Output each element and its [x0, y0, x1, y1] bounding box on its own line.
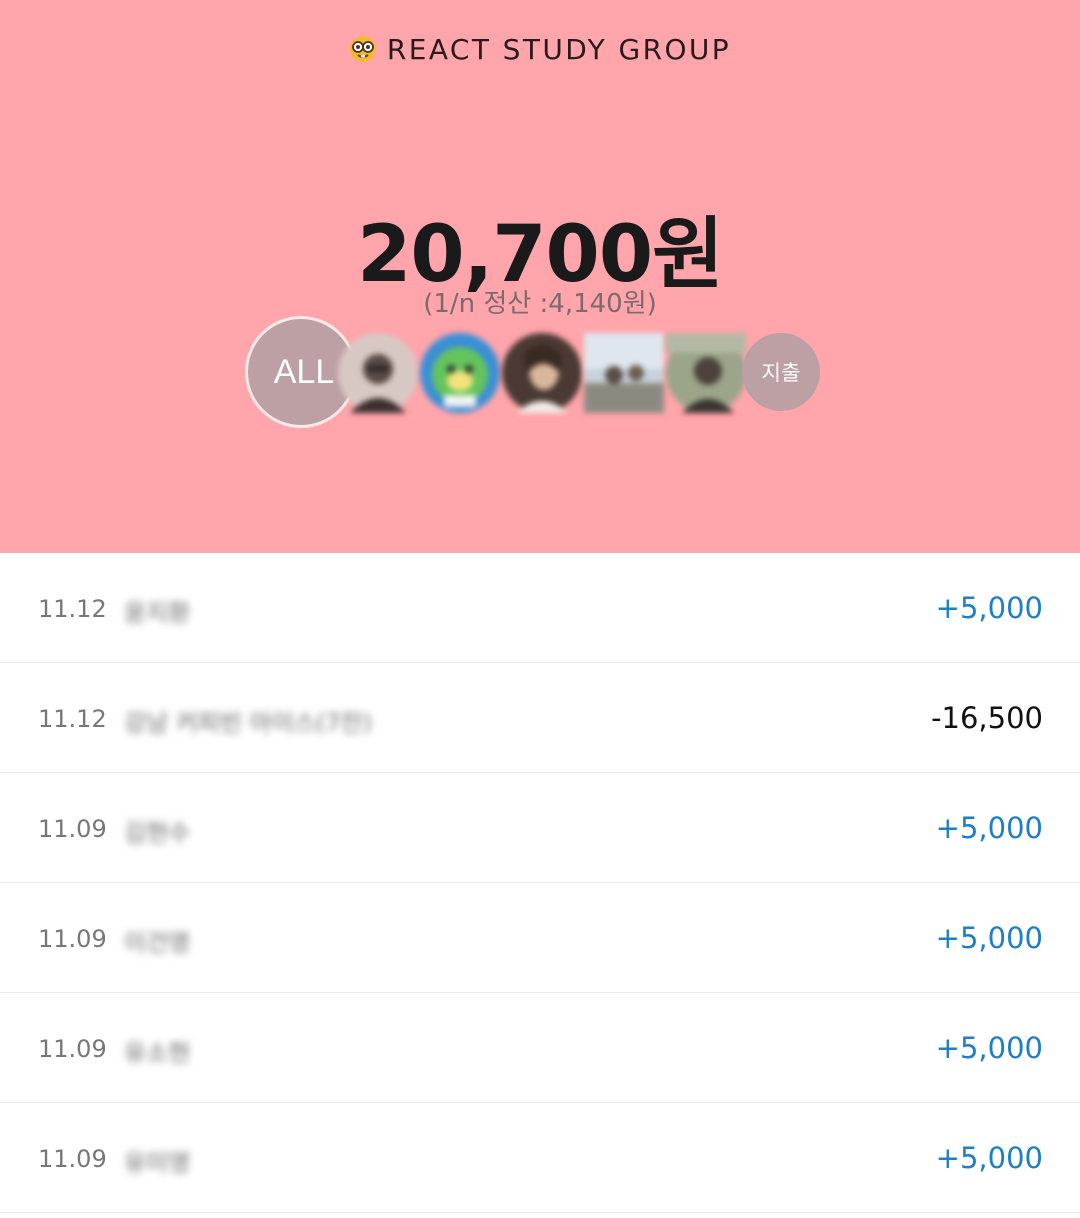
- transaction-amount: +5,000: [935, 1031, 1043, 1065]
- transaction-amount: -16,500: [931, 701, 1043, 735]
- filter-all-label: ALL: [273, 352, 335, 391]
- member-filter-bar: ALL 지출: [0, 316, 1080, 428]
- transaction-date: 11.09: [38, 815, 107, 843]
- transaction-date: 11.09: [38, 1035, 107, 1063]
- transaction-amount: +5,000: [935, 591, 1043, 625]
- member-avatar-3[interactable]: [502, 333, 582, 413]
- transaction-amount: +5,000: [935, 921, 1043, 955]
- per-person-share: (1/n 정산 :4,140원): [423, 289, 657, 319]
- member-avatar-4[interactable]: [584, 333, 664, 413]
- transaction-row[interactable]: 11.09 유미영 +5,000: [0, 1103, 1080, 1213]
- member-avatar-2[interactable]: [420, 333, 500, 413]
- filter-expense-label: 지출: [761, 361, 801, 385]
- transaction-date: 11.12: [38, 705, 107, 733]
- filter-expense-button[interactable]: 지출: [742, 333, 820, 411]
- transaction-row[interactable]: 11.09 이건영 +5,000: [0, 883, 1080, 993]
- group-header: REACT STUDY GROUP 20,700원 (1/n 정산 :4,140…: [0, 0, 1080, 553]
- transaction-name: 강남 커피빈 아이스(7잔): [124, 709, 372, 737]
- transaction-amount: +5,000: [935, 1141, 1043, 1175]
- transaction-list: 11.12 윤지환 +5,000 11.12 강남 커피빈 아이스(7잔) -1…: [0, 553, 1080, 1213]
- transaction-row[interactable]: 11.12 강남 커피빈 아이스(7잔) -16,500: [0, 663, 1080, 773]
- transaction-date: 11.12: [38, 595, 107, 623]
- member-avatar-5[interactable]: [666, 333, 746, 413]
- transaction-row[interactable]: 11.09 김현수 +5,000: [0, 773, 1080, 883]
- transaction-name: 이건영: [124, 929, 191, 957]
- member-avatar-1[interactable]: [338, 333, 418, 413]
- transaction-date: 11.09: [38, 925, 107, 953]
- group-title: REACT STUDY GROUP: [0, 33, 1080, 66]
- transaction-name: 윤지환: [124, 599, 191, 627]
- transaction-row[interactable]: 11.09 유소현 +5,000: [0, 993, 1080, 1103]
- group-name: REACT STUDY GROUP: [386, 33, 732, 66]
- transaction-amount: +5,000: [935, 811, 1043, 845]
- nerd-face-emoji-icon: [349, 35, 377, 63]
- transaction-name: 유소현: [124, 1039, 191, 1067]
- transaction-row[interactable]: 11.12 윤지환 +5,000: [0, 553, 1080, 663]
- transaction-name: 유미영: [124, 1149, 191, 1177]
- transaction-date: 11.09: [38, 1145, 107, 1173]
- transaction-name: 김현수: [124, 819, 191, 847]
